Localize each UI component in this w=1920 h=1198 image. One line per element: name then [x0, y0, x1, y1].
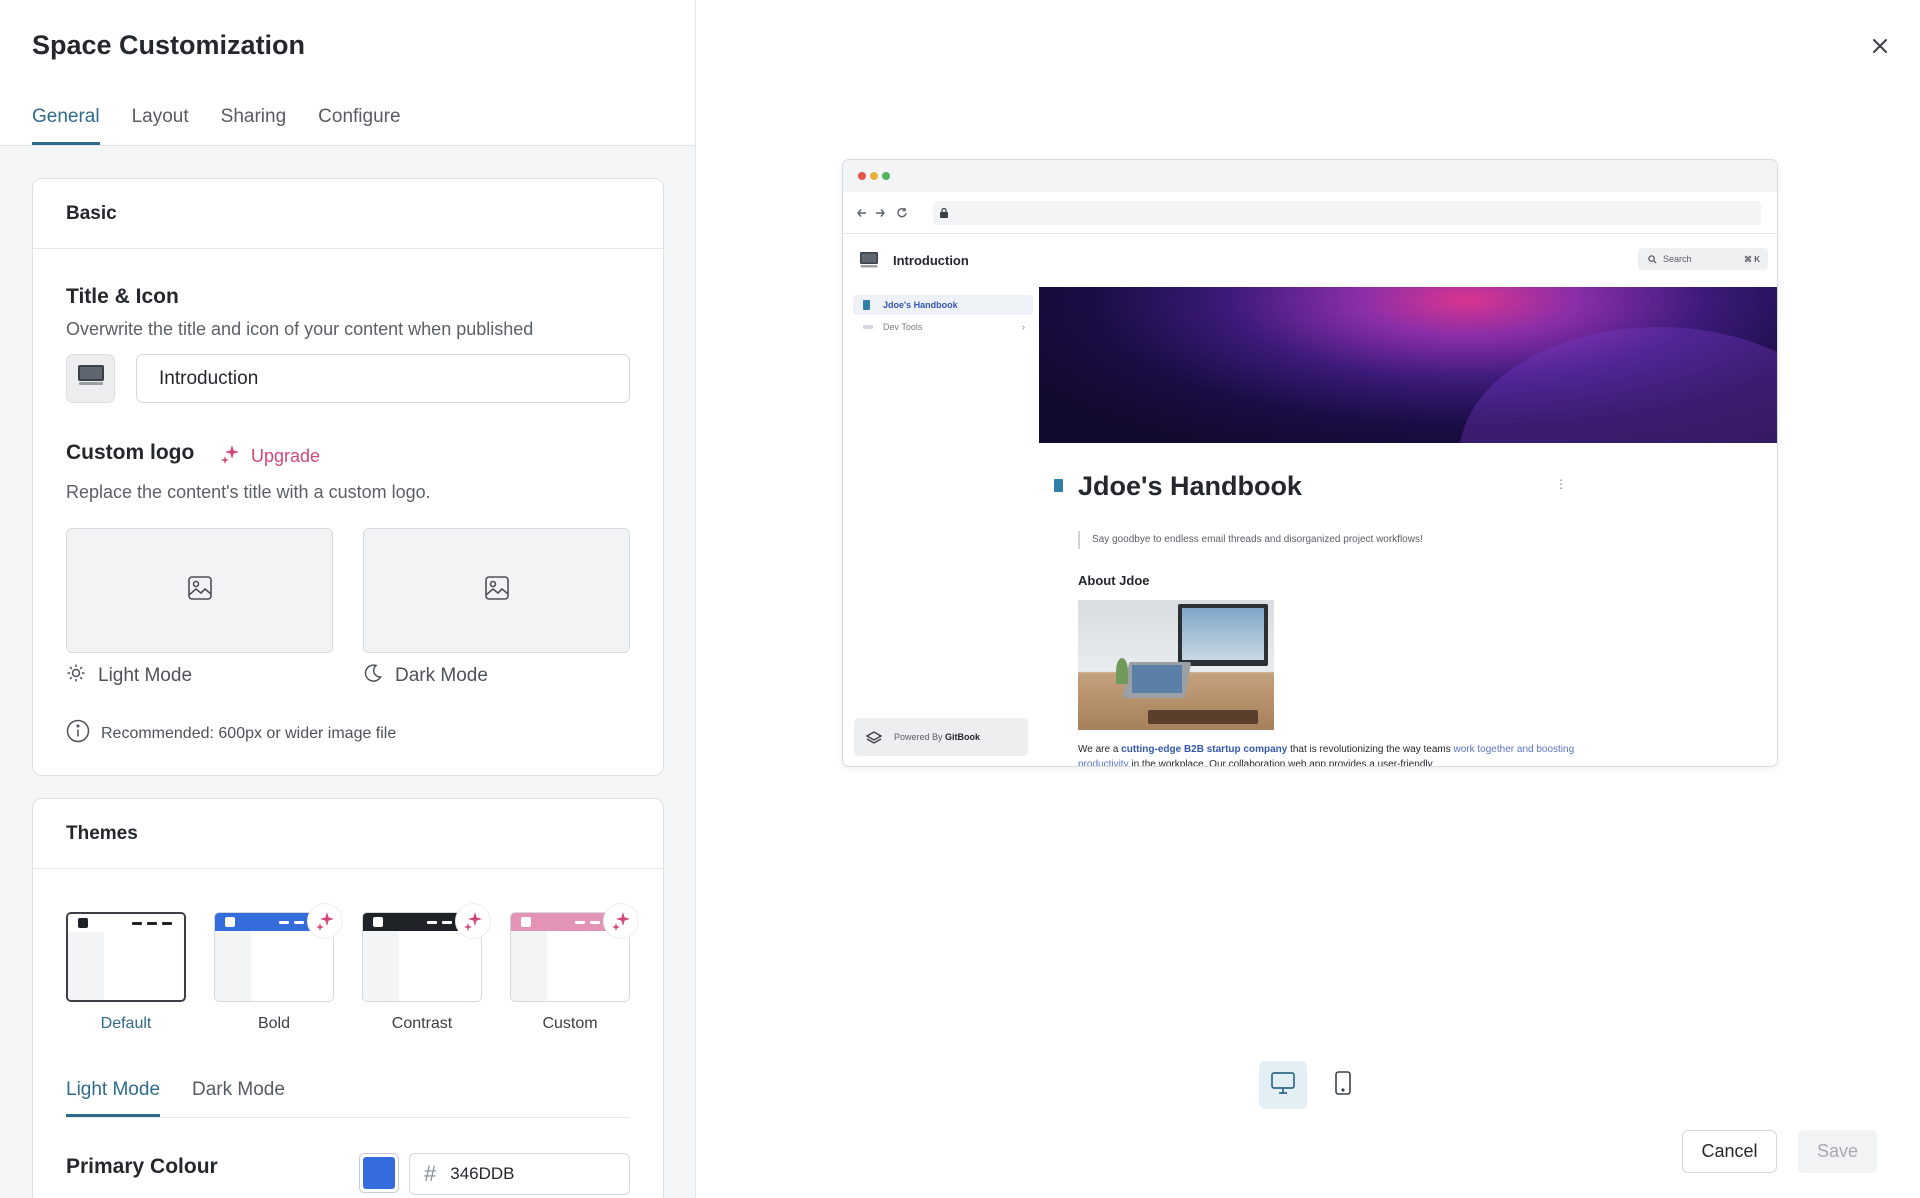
theme-mode-tabs: Light Mode Dark Mode	[66, 1079, 630, 1118]
title-input[interactable]	[136, 354, 630, 403]
preview-nav-item: Jdoe's Handbook	[853, 295, 1033, 315]
light-mode-label: Light Mode	[98, 665, 193, 686]
theme-default-label: Default	[100, 1015, 152, 1032]
theme-bold-label: Bold	[257, 1015, 291, 1032]
preview-content: Jdoe's Handbook ⋮ Say goodbye to endless…	[1039, 287, 1777, 766]
browser-url-bar	[843, 192, 1777, 234]
settings-header: Space Customization General Layout Shari…	[0, 0, 695, 146]
computer-icon	[77, 364, 105, 393]
upgrade-label: Upgrade	[251, 446, 321, 466]
page-icon-picker[interactable]	[66, 354, 115, 403]
dark-mode-label-row: Dark Mode	[363, 663, 488, 689]
premium-sparkle-icon	[604, 904, 638, 938]
dark-mode-label: Dark Mode	[395, 665, 488, 686]
title-icon-description: Overwrite the title and icon of your con…	[66, 319, 534, 339]
save-button[interactable]: Save	[1798, 1130, 1877, 1173]
basic-card: Basic Title & Icon Overwrite the title a…	[32, 178, 664, 776]
settings-panel: Space Customization General Layout Shari…	[0, 0, 696, 1198]
sun-icon	[66, 663, 86, 689]
hash-icon: #	[424, 1161, 437, 1186]
sparkle-icon	[219, 443, 241, 470]
gitbook-logo-icon	[865, 731, 883, 744]
mobile-preview-toggle[interactable]	[1319, 1061, 1367, 1109]
preview-site-header: Introduction Search ⌘ K	[843, 234, 1777, 287]
cancel-button[interactable]: Cancel	[1682, 1130, 1777, 1173]
premium-sparkle-icon	[308, 904, 342, 938]
themes-card: Themes Default Bold Contrast Custom Ligh…	[32, 798, 664, 1198]
preview-sidebar: Jdoe's Handbook Dev Tools › Powered By G…	[843, 287, 1039, 766]
preview-powered-by: Powered By GitBook	[854, 718, 1028, 756]
primary-colour-label: Primary Colour	[66, 1155, 218, 1178]
chevron-right-icon: ›	[1022, 322, 1025, 332]
preview-desk-photo	[1078, 600, 1274, 730]
themes-card-header: Themes	[33, 799, 663, 869]
custom-logo-heading: Custom logo	[66, 441, 195, 464]
recommendation-text: Recommended: 600px or wider image file	[101, 724, 397, 742]
preview-page-title: Jdoe's Handbook	[1078, 471, 1302, 501]
theme-bold[interactable]: Bold	[214, 904, 342, 1033]
tools-icon	[863, 325, 873, 329]
dark-mode-logo-upload[interactable]	[363, 528, 630, 653]
premium-sparkle-icon	[456, 904, 490, 938]
theme-default[interactable]: Default	[66, 912, 186, 1033]
lock-icon	[940, 207, 948, 218]
browser-chrome	[843, 160, 1777, 192]
book-icon	[1054, 479, 1063, 492]
moon-icon	[363, 663, 383, 689]
light-mode-logo-upload[interactable]	[66, 528, 333, 653]
theme-custom[interactable]: Custom	[510, 904, 638, 1033]
more-vertical-icon: ⋮	[1555, 477, 1567, 491]
tab-configure[interactable]: Configure	[318, 106, 400, 145]
site-preview: Introduction Search ⌘ K Jdoe's Handbook …	[842, 159, 1778, 767]
search-icon	[1648, 254, 1657, 264]
page-title: Space Customization	[32, 30, 306, 60]
tab-light-mode[interactable]: Light Mode	[66, 1079, 161, 1117]
preview-section-heading: About Jdoe	[1078, 573, 1150, 588]
preview-search-placeholder: Search	[1663, 254, 1692, 264]
primary-colour-hex-value: 346DDB	[450, 1164, 515, 1183]
preview-quote: Say goodbye to endless email threads and…	[1078, 531, 1423, 549]
image-icon	[484, 575, 510, 606]
theme-contrast-label: Contrast	[391, 1015, 453, 1032]
theme-custom-label: Custom	[542, 1015, 598, 1032]
tab-sharing[interactable]: Sharing	[221, 106, 287, 145]
primary-colour-hex-input[interactable]: # 346DDB	[409, 1153, 630, 1195]
preview-hero-image	[1039, 287, 1777, 443]
tab-layout[interactable]: Layout	[132, 106, 189, 145]
settings-tabs: General Layout Sharing Configure	[32, 106, 401, 145]
theme-contrast[interactable]: Contrast	[362, 904, 490, 1033]
primary-colour-swatch[interactable]	[359, 1153, 399, 1193]
recommendation-note: Recommended: 600px or wider image file	[66, 719, 396, 748]
close-icon[interactable]	[1866, 32, 1894, 60]
space-customization-dialog: Space Customization General Layout Shari…	[0, 0, 1920, 1198]
custom-logo-description: Replace the content's title with a custo…	[66, 482, 431, 502]
tab-general[interactable]: General	[32, 106, 100, 145]
preview-search: Search ⌘ K	[1638, 248, 1768, 270]
desktop-preview-toggle[interactable]	[1259, 1061, 1307, 1109]
preview-paragraph: We are a cutting-edge B2B startup compan…	[1078, 744, 1575, 767]
preview-search-shortcut: ⌘ K	[1744, 254, 1760, 264]
light-mode-label-row: Light Mode	[66, 663, 192, 689]
theme-default-thumbnail	[66, 912, 186, 1002]
mobile-icon	[1334, 1070, 1352, 1101]
browser-nav-icons	[857, 207, 907, 218]
preview-site-title: Introduction	[893, 253, 969, 268]
image-icon	[187, 575, 213, 606]
desktop-icon	[1270, 1071, 1296, 1100]
tab-dark-mode[interactable]: Dark Mode	[192, 1079, 285, 1117]
book-icon	[863, 300, 870, 310]
info-icon	[66, 719, 90, 748]
upgrade-link[interactable]: Upgrade	[219, 443, 320, 470]
computer-icon	[860, 252, 878, 268]
preview-nav-item: Dev Tools ›	[853, 317, 1033, 337]
title-icon-heading: Title & Icon	[66, 285, 179, 308]
basic-card-header: Basic	[33, 179, 663, 249]
